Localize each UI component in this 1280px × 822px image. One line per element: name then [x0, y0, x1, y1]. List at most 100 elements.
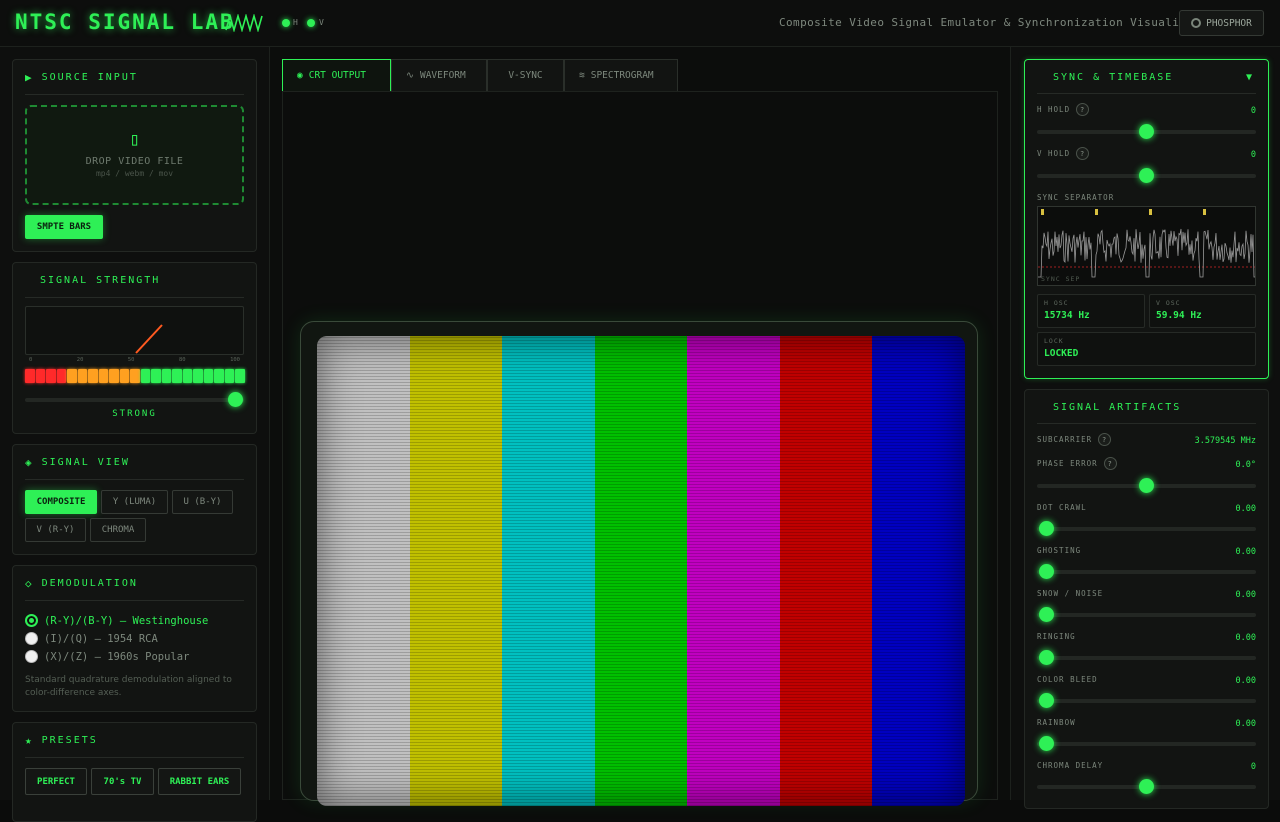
led-segment — [67, 369, 77, 383]
video-dropzone[interactable]: ▯ DROP VIDEO FILE mp4 / webm / mov — [25, 105, 244, 205]
h-osc-label: H OSC — [1044, 299, 1069, 307]
artifact-label: GHOSTING — [1037, 546, 1082, 555]
h-osc-readout: H OSC 15734 Hz — [1037, 294, 1145, 328]
radio-icon[interactable] — [25, 650, 38, 663]
view-u[interactable]: U (B-Y) — [172, 490, 233, 514]
artifact-value: 0.00 — [1235, 590, 1256, 600]
phosphor-label: PHOSPHOR — [1206, 17, 1252, 29]
radio-icon[interactable] — [25, 632, 38, 645]
play-icon: ▶ — [25, 71, 34, 84]
star-icon: ★ — [25, 734, 34, 747]
artifact-slider[interactable] — [1037, 607, 1256, 622]
tab-v-sync[interactable]: V-SYNC — [487, 59, 564, 91]
artifact-slider[interactable] — [1037, 779, 1256, 794]
app-subtitle: Composite Video Signal Emulator & Synchr… — [779, 16, 1201, 29]
artifact-slider[interactable] — [1037, 564, 1256, 579]
app-header: NTSC SIGNAL LAB H V Composite Video Sign… — [0, 0, 1280, 47]
led-segment — [119, 369, 129, 383]
artifact-slider-knob[interactable] — [1039, 650, 1054, 665]
led-segment — [46, 369, 56, 383]
signal-artifacts-title: SIGNAL ARTIFACTS — [1037, 402, 1256, 424]
h-sync-led — [282, 19, 290, 27]
led-segment — [98, 369, 108, 383]
view-luma[interactable]: Y (LUMA) — [101, 490, 168, 514]
artifact-slider-knob[interactable] — [1039, 521, 1054, 536]
signal-strength-panel: SIGNAL STRENGTH 0 20 50 80 100 STRONG — [12, 262, 257, 434]
file-icon: ▯ — [129, 129, 140, 150]
view-chroma[interactable]: CHROMA — [90, 518, 146, 542]
h-hold-knob[interactable] — [1139, 124, 1154, 139]
preset-perfect[interactable]: PERFECT — [25, 768, 87, 795]
artifact-slider[interactable] — [1037, 693, 1256, 708]
h-hold-label-text: H HOLD — [1037, 105, 1071, 114]
phase-error-label: PHASE ERROR ? — [1037, 457, 1117, 470]
artifact-slider-knob[interactable] — [1039, 564, 1054, 579]
color-bar — [409, 336, 503, 806]
demod-option-popular[interactable]: (X)/(Z) — 1960s Popular — [25, 650, 189, 663]
sync-pulse-marker — [1095, 209, 1098, 215]
artifact-slider-knob[interactable] — [1039, 736, 1054, 751]
smpte-bars-button[interactable]: SMPTE BARS — [25, 215, 103, 239]
tab-spectrogram[interactable]: ≋ SPECTROGRAM — [564, 59, 678, 91]
led-segment — [109, 369, 119, 383]
radio-icon: ◉ — [297, 70, 303, 81]
v-led-label: V — [319, 18, 324, 27]
h-hold-label: H HOLD ? — [1037, 103, 1090, 116]
collapse-caret-icon[interactable]: ▼ — [1246, 72, 1254, 83]
sync-pulse-marker — [1149, 209, 1152, 215]
artifact-slider[interactable] — [1037, 736, 1256, 751]
led-segment — [224, 369, 234, 383]
led-segment — [203, 369, 213, 383]
phase-error-knob[interactable] — [1139, 478, 1154, 493]
demod-option-label: (I)/(Q) — 1954 RCA — [44, 632, 158, 645]
sync-timebase-title[interactable]: SYNC & TIMEBASE ▼ — [1037, 72, 1256, 94]
tab-crt-output[interactable]: ◉ CRT OUTPUT — [282, 59, 391, 91]
scale-tick: 20 — [76, 357, 84, 363]
view-v[interactable]: V (R-Y) — [25, 518, 86, 542]
help-icon[interactable]: ? — [1098, 433, 1112, 446]
signal-view-title: ◈ SIGNAL VIEW — [25, 457, 244, 480]
subcarrier-value: 3.579545 MHz — [1194, 436, 1256, 446]
scale-tick: 50 — [127, 357, 135, 363]
signal-artifacts-panel: SIGNAL ARTIFACTS SUBCARRIER ? 3.579545 M… — [1024, 389, 1269, 809]
phosphor-button[interactable]: PHOSPHOR — [1179, 10, 1264, 36]
presets-panel: ★ PRESETS PERFECT 70's TV RABBIT EARS — [12, 722, 257, 822]
diamond-icon: ◈ — [25, 456, 34, 469]
diamond-outline-icon: ◇ — [25, 577, 34, 590]
artifact-slider-knob[interactable] — [1039, 607, 1054, 622]
help-icon[interactable]: ? — [1076, 147, 1090, 160]
preset-rabbit-ears[interactable]: RABBIT EARS — [158, 768, 241, 795]
artifact-slider[interactable] — [1037, 650, 1256, 665]
view-composite[interactable]: COMPOSITE — [25, 490, 97, 514]
tab-waveform[interactable]: ∿ WAVEFORM — [391, 59, 487, 91]
v-hold-knob[interactable] — [1139, 168, 1154, 183]
phase-error-slider[interactable] — [1037, 478, 1256, 493]
artifact-value: 0.00 — [1235, 547, 1256, 557]
artifact-value: 0.00 — [1235, 676, 1256, 686]
strength-led-bar — [25, 369, 245, 383]
strength-needle-meter — [25, 306, 244, 355]
sync-separator-label: SYNC SEPARATOR — [1037, 193, 1115, 202]
strength-slider[interactable] — [25, 392, 244, 407]
artifact-value: 0.00 — [1235, 504, 1256, 514]
strength-slider-knob[interactable] — [228, 392, 243, 407]
artifact-slider-knob[interactable] — [1139, 779, 1154, 794]
view-tabs: ◉ CRT OUTPUT ∿ WAVEFORM V-SYNC ≋ SPECTRO… — [282, 59, 678, 91]
phase-error-label-text: PHASE ERROR — [1037, 459, 1098, 468]
right-sidebar: SYNC & TIMEBASE ▼ H HOLD ? 0 V HOLD ? 0 … — [1010, 47, 1280, 809]
demod-option-label: (R-Y)/(B-Y) — Westinghouse — [44, 614, 209, 627]
scope-caption: SYNC SEP — [1041, 275, 1081, 283]
help-icon[interactable]: ? — [1103, 457, 1117, 470]
demod-option-westinghouse[interactable]: (R-Y)/(B-Y) — Westinghouse — [25, 614, 208, 627]
artifact-slider-knob[interactable] — [1039, 693, 1054, 708]
color-bar — [779, 336, 873, 806]
help-icon[interactable]: ? — [1076, 103, 1090, 116]
artifact-slider[interactable] — [1037, 521, 1256, 536]
v-hold-slider[interactable] — [1037, 168, 1256, 183]
radio-selected-icon[interactable] — [25, 614, 38, 627]
waveform-icon — [225, 14, 263, 32]
h-hold-value: 0 — [1250, 106, 1256, 116]
preset-70s-tv[interactable]: 70's TV — [91, 768, 154, 795]
demod-option-rca[interactable]: (I)/(Q) — 1954 RCA — [25, 632, 158, 645]
h-hold-slider[interactable] — [1037, 124, 1256, 139]
